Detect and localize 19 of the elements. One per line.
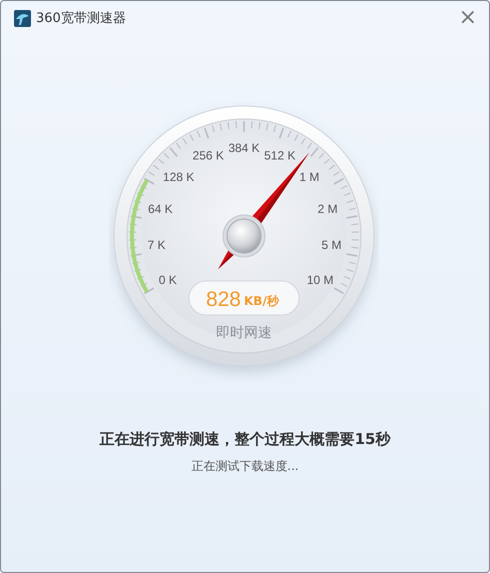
speed-unit: KB/秒 (244, 294, 278, 308)
scale-label: 0 K (158, 273, 176, 287)
window-title: 360宽带测速器 (36, 10, 126, 27)
scale-label: 1 M (298, 170, 319, 184)
close-button[interactable]: × (454, 7, 481, 29)
gauge-caption: 即时网速 (216, 325, 272, 341)
scale-label: 384 K (228, 141, 260, 155)
scale-label: 5 M (321, 238, 342, 252)
scale-label: 64 K (147, 202, 172, 216)
status-detail: 正在测试下载速度... (191, 458, 299, 475)
status-message: 正在进行宽带测速，整个过程大概需要15秒 (100, 430, 390, 449)
scale-label: 2 M (317, 202, 338, 216)
scale-label: 128 K (162, 170, 194, 184)
app-icon (14, 10, 31, 26)
speed-value: 828 (205, 288, 240, 311)
scale-label: 7 K (146, 238, 165, 252)
scale-label: 512 K (264, 148, 295, 163)
scale-label: 10 M (306, 273, 334, 287)
scale-label: 256 K (192, 148, 224, 163)
